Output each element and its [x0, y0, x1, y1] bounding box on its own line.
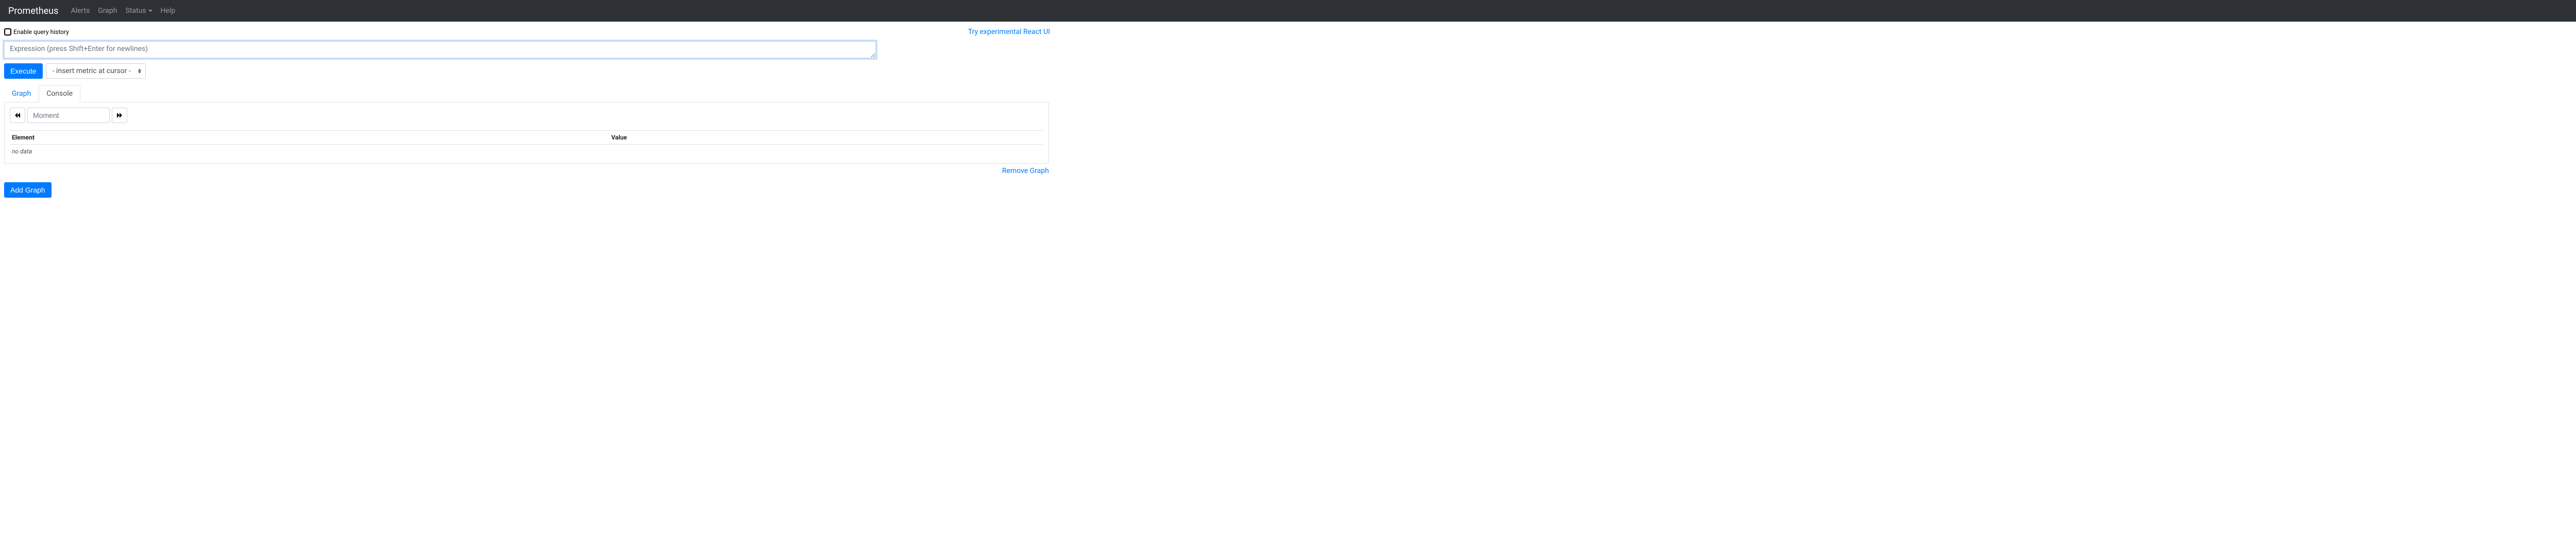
tabs: Graph Console [4, 85, 1049, 102]
execute-button[interactable]: Execute [4, 63, 43, 79]
navbar: Prometheus Alerts Graph Status Help [0, 0, 2576, 22]
no-data-cell: no data [10, 145, 609, 159]
double-right-icon [117, 113, 122, 118]
tab-graph[interactable]: Graph [4, 85, 39, 102]
metric-select[interactable]: - insert metric at cursor - [46, 63, 146, 79]
add-graph-button[interactable]: Add Graph [4, 182, 52, 198]
metric-select-label: - insert metric at cursor - [53, 67, 131, 75]
checkbox-icon [4, 28, 11, 36]
chevron-down-icon [148, 10, 152, 12]
react-ui-link[interactable]: Try experimental React UI [968, 28, 1050, 36]
table-row: no data [10, 145, 1043, 159]
header-element: Element [10, 131, 609, 145]
content: Enable query history Try experimental Re… [0, 22, 2576, 204]
nav-help[interactable]: Help [157, 7, 180, 15]
nav-alerts[interactable]: Alerts [66, 7, 94, 15]
result-table: Element Value no data [10, 130, 1043, 158]
nav-status[interactable]: Status [122, 7, 157, 15]
step-forward-button[interactable] [112, 108, 127, 123]
enable-history-label: Enable query history [13, 28, 69, 36]
remove-graph-link[interactable]: Remove Graph [1002, 167, 1049, 175]
tab-console[interactable]: Console [39, 85, 80, 102]
select-caret-icon [138, 69, 141, 74]
nav-status-label: Status [126, 7, 146, 15]
table-header-row: Element Value [10, 131, 1043, 145]
brand[interactable]: Prometheus [8, 6, 58, 16]
empty-cell [609, 145, 1043, 159]
nav-graph[interactable]: Graph [94, 7, 121, 15]
console-panel: Element Value no data [4, 102, 1049, 164]
moment-controls [10, 108, 1043, 123]
header-value: Value [609, 131, 1043, 145]
add-graph-row: Add Graph [4, 180, 2576, 198]
enable-history-checkbox[interactable]: Enable query history [4, 28, 69, 36]
step-back-button[interactable] [10, 108, 25, 123]
expression-row [4, 41, 2576, 60]
remove-graph-row: Remove Graph [4, 164, 1049, 180]
moment-input[interactable] [27, 108, 110, 123]
expression-input[interactable] [4, 41, 876, 58]
top-row: Enable query history Try experimental Re… [4, 28, 1050, 36]
controls-row: Execute - insert metric at cursor - [4, 63, 2576, 79]
double-left-icon [15, 113, 20, 118]
